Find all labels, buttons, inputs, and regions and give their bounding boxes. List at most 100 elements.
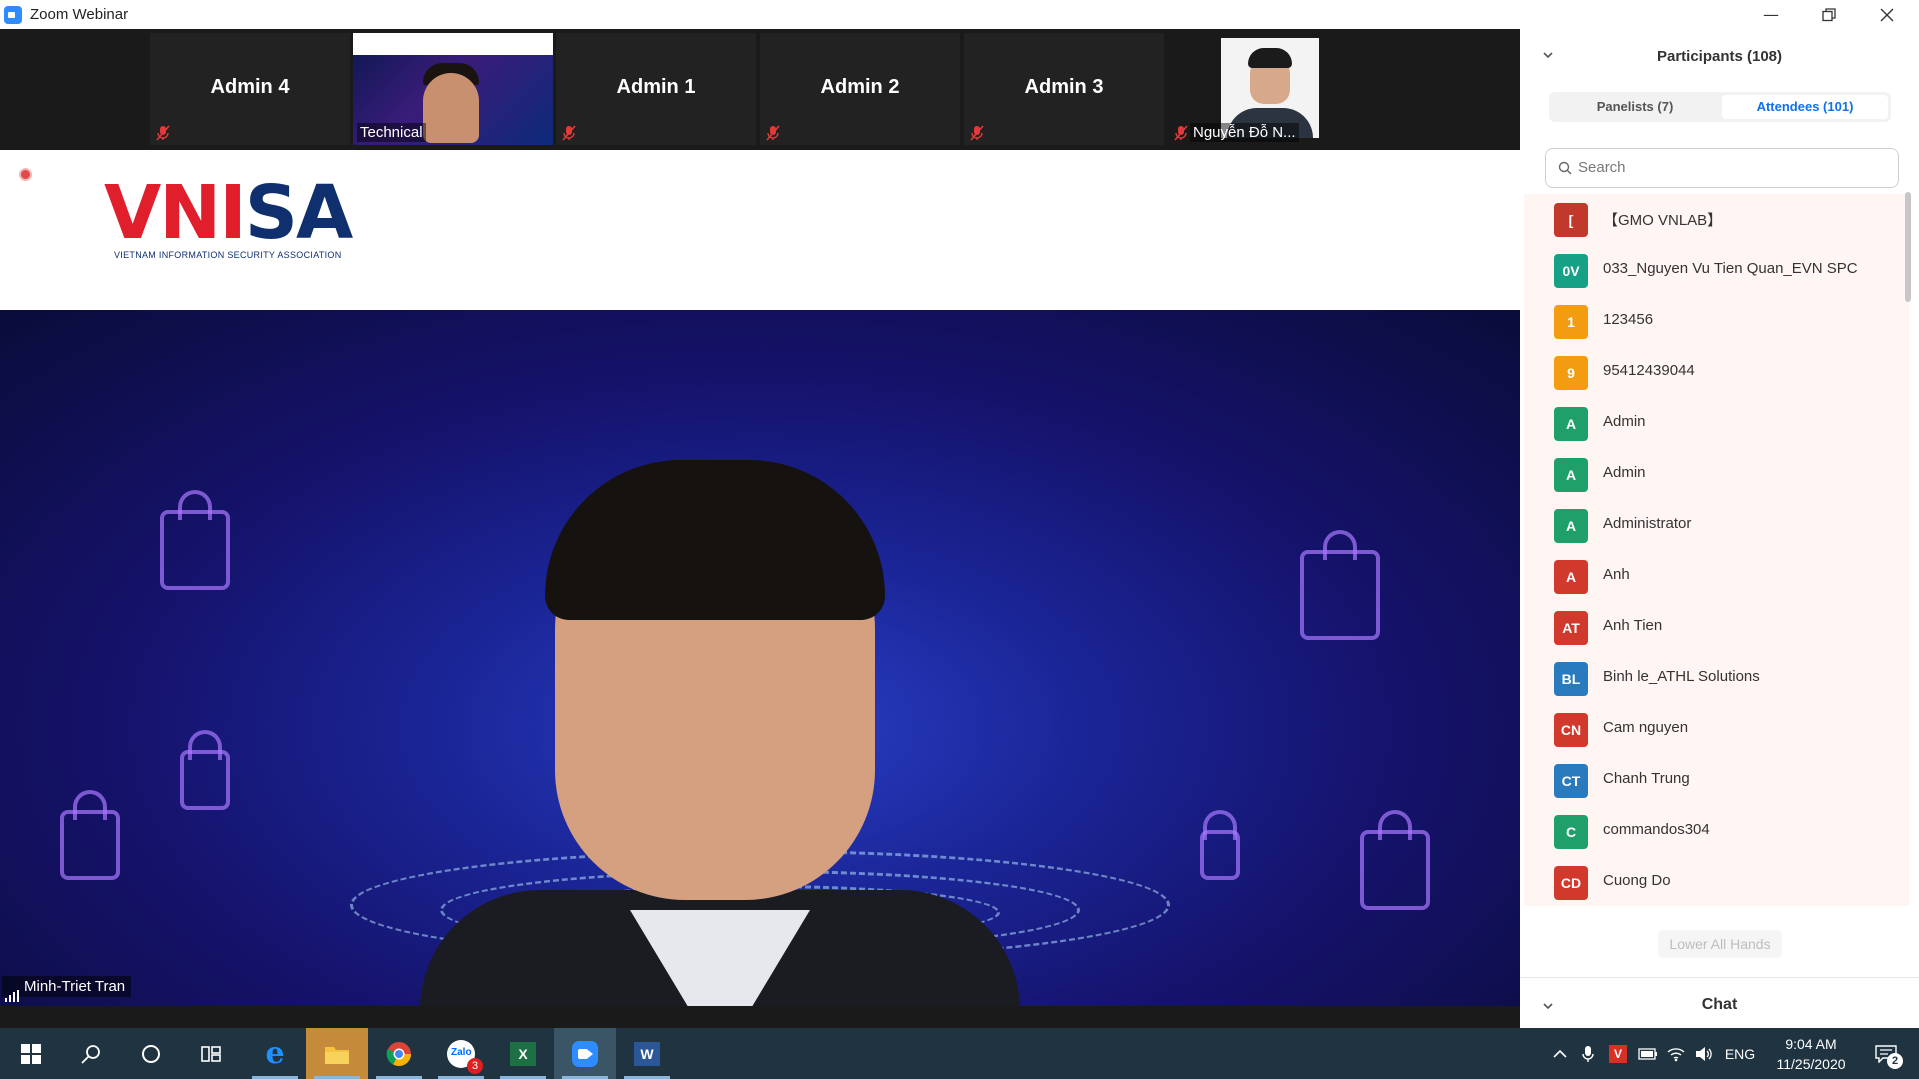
close-icon [1880, 8, 1894, 21]
search-icon [1558, 161, 1572, 175]
attendee-name: Admin [1603, 413, 1646, 430]
battery-icon[interactable] [1636, 1028, 1660, 1079]
list-item[interactable]: A Admin [1524, 449, 1909, 500]
participant-name: Admin 4 [210, 76, 290, 98]
attendee-name: Binh le_ATHL Solutions [1603, 668, 1760, 685]
start-icon[interactable] [0, 1028, 62, 1079]
search-input[interactable] [1578, 149, 1878, 185]
search-icon[interactable] [60, 1028, 122, 1079]
task-view-icon[interactable] [180, 1028, 242, 1079]
participant-search [1545, 148, 1899, 188]
avatar: CD [1554, 866, 1588, 900]
list-item[interactable]: A Administrator [1524, 500, 1909, 551]
chat-title: Chat [1701, 996, 1738, 1013]
edge-icon[interactable]: e [244, 1028, 306, 1079]
show-hidden-icons-icon[interactable] [1548, 1028, 1572, 1079]
video-tile[interactable]: Admin 4 [150, 33, 350, 145]
avatar: A [1554, 509, 1588, 543]
vnisa-logo: VNISA VIETNAM INFORMATION SECURITY ASSOC… [104, 170, 353, 260]
attendee-name: Cam nguyen [1603, 719, 1689, 736]
input-language-indicator[interactable]: ENG [1722, 1028, 1758, 1079]
list-item[interactable]: CD Cuong Do [1524, 857, 1909, 906]
antivirus-icon[interactable]: V [1606, 1028, 1630, 1079]
list-item[interactable]: A Admin [1524, 398, 1909, 449]
speaker-name-label: Minh-Triet Tran [2, 976, 132, 997]
list-item[interactable]: 0V 033_Nguyen Vu Tien Quan_EVN SPC [1524, 245, 1909, 296]
zoom-icon[interactable] [554, 1028, 616, 1079]
volume-icon[interactable] [1692, 1028, 1716, 1079]
video-tile[interactable]: Technical [353, 33, 553, 145]
avatar: A [1554, 458, 1588, 492]
list-item[interactable]: BL Binh le_ATHL Solutions [1524, 653, 1909, 704]
zoom-app-icon [4, 5, 22, 24]
close-button[interactable] [1858, 0, 1916, 29]
avatar: A [1554, 407, 1588, 441]
avatar: [ [1554, 203, 1588, 237]
word-icon[interactable]: W [616, 1028, 678, 1079]
muted-mic-icon [156, 125, 170, 141]
participant-name: Admin 3 [1024, 76, 1104, 98]
notification-badge: 3 [467, 1057, 483, 1074]
cortana-icon[interactable] [120, 1028, 182, 1079]
video-tile[interactable]: Nguyễn Đỗ N... [1168, 33, 1368, 145]
muted-mic-icon [970, 125, 984, 141]
list-item[interactable]: CT Chanh Trung [1524, 755, 1909, 806]
list-item[interactable]: 1 123456 [1524, 296, 1909, 347]
attendee-name: 95412439044 [1603, 362, 1695, 379]
participant-type-toggle: Panelists (7) Attendees (101) [1549, 92, 1891, 122]
participants-title: Participants (108) [1656, 48, 1783, 65]
minimize-button[interactable]: — [1742, 0, 1800, 29]
attendee-name: Anh Tien [1603, 617, 1663, 634]
attendee-name: 033_Nguyen Vu Tien Quan_EVN SPC [1603, 260, 1858, 277]
slide-banner: VNISA VIETNAM INFORMATION SECURITY ASSOC… [0, 150, 1520, 310]
attendee-name: Admin [1603, 464, 1646, 481]
window-title: Zoom Webinar [30, 6, 129, 23]
muted-mic-icon [562, 125, 576, 141]
avatar: AT [1554, 611, 1588, 645]
attendee-name: commandos304 [1603, 821, 1710, 838]
video-bottom-strip [0, 1006, 1520, 1028]
list-item[interactable]: 9 95412439044 [1524, 347, 1909, 398]
window-title-bar: Zoom Webinar — [0, 0, 1919, 29]
avatar: C [1554, 815, 1588, 849]
microphone-icon[interactable] [1576, 1028, 1600, 1079]
logo-subtitle: VIETNAM INFORMATION SECURITY ASSOCIATION [114, 250, 342, 260]
list-item[interactable]: C commandos304 [1524, 806, 1909, 857]
muted-mic-icon [766, 125, 780, 141]
windows-taskbar: e Zalo 3 X W V ENG 9:04 AM 11/25/2020 2 [0, 1028, 1919, 1079]
thumbnail-face [423, 73, 479, 143]
list-item[interactable]: [ 【GMO VNLAB】 [1524, 194, 1909, 245]
participant-name: Nguyễn Đỗ N... [1190, 123, 1299, 142]
chrome-icon[interactable] [368, 1028, 430, 1079]
attendee-name: Anh [1603, 566, 1630, 583]
avatar: A [1554, 560, 1588, 594]
excel-icon[interactable]: X [492, 1028, 554, 1079]
lower-all-hands-button[interactable]: Lower All Hands [1658, 930, 1782, 958]
restore-button[interactable] [1800, 0, 1858, 29]
action-center-icon[interactable]: 2 [1866, 1028, 1906, 1079]
avatar: 1 [1554, 305, 1588, 339]
system-clock[interactable]: 9:04 AM 11/25/2020 [1766, 1034, 1856, 1074]
tab-attendees[interactable]: Attendees (101) [1722, 95, 1888, 119]
video-gallery-strip: Admin 4 Technical Admin 1 Admin 2 Admin … [0, 29, 1520, 150]
thumbnail-banner [353, 33, 553, 55]
video-tile[interactable]: Admin 3 [964, 33, 1164, 145]
wifi-icon[interactable] [1664, 1028, 1688, 1079]
participant-list-scrollbar[interactable] [1905, 192, 1911, 302]
video-tile[interactable]: Admin 1 [556, 33, 756, 145]
zalo-icon[interactable]: Zalo 3 [430, 1028, 492, 1079]
attendee-list: [ 【GMO VNLAB】 0V 033_Nguyen Vu Tien Quan… [1524, 194, 1909, 906]
list-item[interactable]: CN Cam nguyen [1524, 704, 1909, 755]
video-tile[interactable]: Admin 2 [760, 33, 960, 145]
list-item[interactable]: AT Anh Tien [1524, 602, 1909, 653]
muted-mic-icon [1174, 125, 1188, 141]
attendee-name: 【GMO VNLAB】 [1603, 212, 1723, 229]
participant-name: Technical [357, 123, 426, 142]
active-speaker-video[interactable]: VNISA VIETNAM INFORMATION SECURITY ASSOC… [0, 150, 1520, 1006]
avatar: 9 [1554, 356, 1588, 390]
avatar: 0V [1554, 254, 1588, 288]
tab-panelists[interactable]: Panelists (7) [1552, 95, 1718, 119]
file-explorer-icon[interactable] [306, 1028, 368, 1079]
list-item[interactable]: A Anh [1524, 551, 1909, 602]
attendee-name: Cuong Do [1603, 872, 1671, 889]
